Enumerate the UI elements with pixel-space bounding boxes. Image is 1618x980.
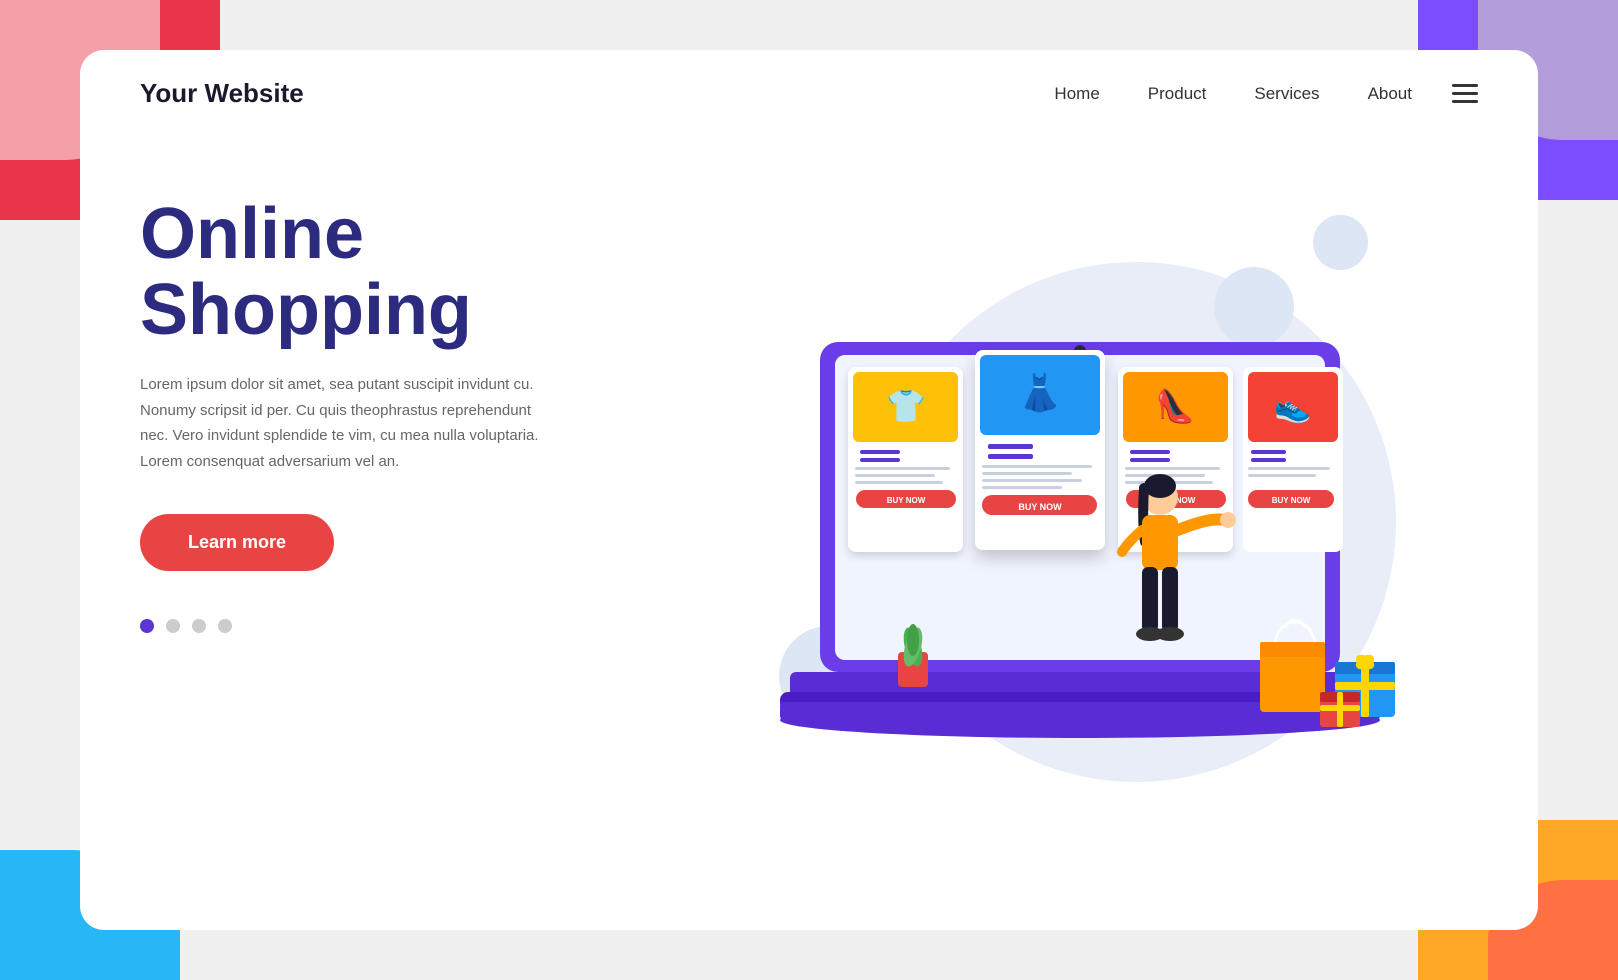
svg-text:BUY NOW: BUY NOW [1018,502,1062,512]
nav-item-about[interactable]: About [1368,84,1412,104]
site-logo[interactable]: Your Website [140,78,1054,109]
hero-left: Online Shopping Lorem ipsum dolor sit am… [140,157,742,887]
nav-link-about[interactable]: About [1368,84,1412,103]
hero-right: 👕 BUY NOW 👗 [742,157,1478,887]
nav-links: Home Product Services About [1054,84,1412,104]
dot-2[interactable] [166,619,180,633]
hamburger-line-2 [1452,92,1478,95]
svg-text:BUY NOW: BUY NOW [887,496,926,505]
nav-link-services[interactable]: Services [1254,84,1319,103]
nav-item-home[interactable]: Home [1054,84,1099,104]
nav-link-product[interactable]: Product [1148,84,1207,103]
illustration-svg: 👕 BUY NOW 👗 [760,262,1460,782]
hero-description: Lorem ipsum dolor sit amet, sea putant s… [140,372,540,474]
learn-more-button[interactable]: Learn more [140,514,334,571]
carousel-dots [140,619,742,633]
dot-4[interactable] [218,619,232,633]
main-card: Your Website Home Product Services About [80,50,1538,930]
nav-item-product[interactable]: Product [1148,84,1207,104]
dot-1[interactable] [140,619,154,633]
svg-text:BUY NOW: BUY NOW [1272,496,1311,505]
svg-text:👟: 👟 [1274,391,1311,425]
nav-link-home[interactable]: Home [1054,84,1099,103]
hamburger-line-3 [1452,100,1478,103]
svg-text:👗: 👗 [1018,372,1063,413]
hero-section: Online Shopping Lorem ipsum dolor sit am… [80,137,1538,927]
svg-text:👕: 👕 [886,388,926,424]
svg-text:👠: 👠 [1155,387,1195,424]
hamburger-menu[interactable] [1452,84,1478,103]
dot-3[interactable] [192,619,206,633]
hamburger-line-1 [1452,84,1478,87]
nav-item-services[interactable]: Services [1254,84,1319,104]
hero-title: Online Shopping [140,197,742,348]
navbar: Your Website Home Product Services About [80,50,1538,137]
